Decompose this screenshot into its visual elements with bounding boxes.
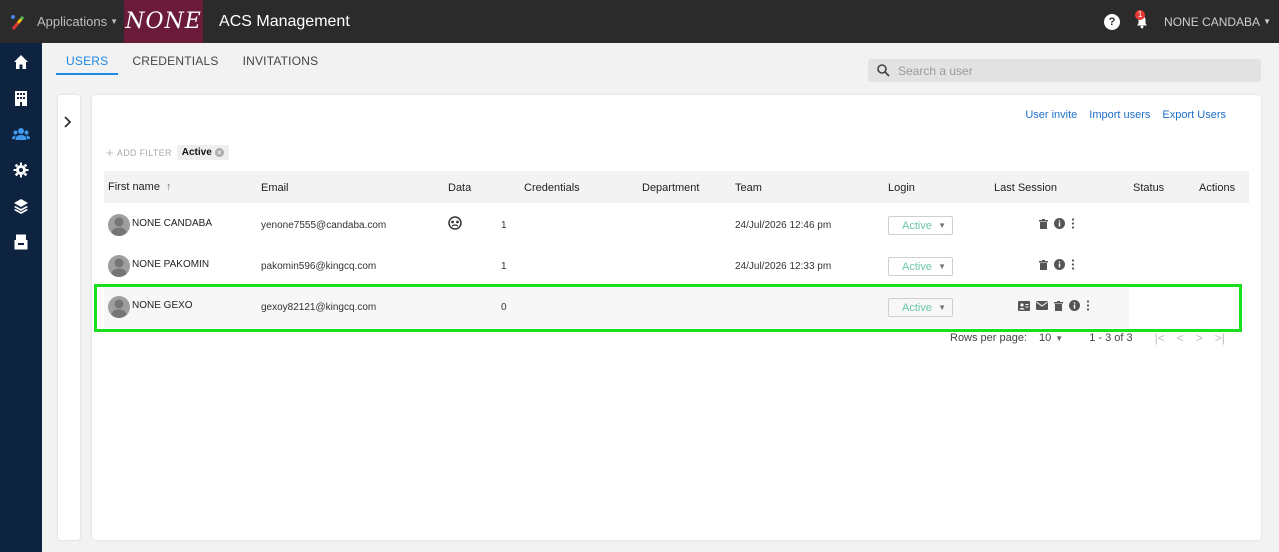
user-email: pakomin596@kingcq.com — [261, 261, 377, 272]
applications-menu[interactable]: Applications ▼ — [37, 14, 118, 29]
row-actions — [1039, 259, 1075, 273]
rows-per-page-label: Rows per page: — [950, 332, 1028, 344]
credentials-count: 1 — [501, 261, 507, 272]
nav-home[interactable] — [0, 44, 42, 80]
chevron-right-icon[interactable] — [63, 115, 73, 131]
user-email: yenone7555@candaba.com — [261, 220, 387, 231]
active-filter-chip[interactable]: Active ✕ — [176, 145, 229, 160]
delete-icon[interactable] — [1039, 259, 1048, 273]
card-actions: User invite Import users Export Users — [1025, 109, 1226, 121]
user-invite-link[interactable]: User invite — [1025, 109, 1077, 121]
user-first-name[interactable]: NONE CANDABA — [132, 218, 212, 229]
sort-arrow-up-icon: ↑ — [165, 181, 172, 193]
caret-down-icon: ▼ — [938, 262, 946, 271]
nav-settings[interactable] — [0, 152, 42, 188]
col-team[interactable]: Team — [735, 182, 762, 194]
row-actions — [1039, 218, 1075, 232]
login-status-select[interactable]: Active ▼ — [888, 257, 953, 276]
help-icon[interactable]: ? — [1104, 13, 1121, 30]
login-status-select[interactable]: Active ▼ — [888, 216, 953, 235]
nav-users[interactable] — [0, 116, 42, 152]
search-icon — [877, 64, 890, 77]
rows-per-page-value: 10 — [1039, 332, 1052, 344]
table-header: First name ↑ Email Data Credentials Depa… — [104, 171, 1249, 203]
more-vert-icon[interactable] — [1071, 218, 1075, 232]
first-page-icon[interactable]: |< — [1155, 331, 1165, 345]
pagination-range: 1 - 3 of 3 — [1089, 332, 1133, 344]
add-filter-label: ADD FILTER — [116, 147, 172, 158]
filter-panel — [58, 95, 80, 540]
col-actions: Actions — [1199, 182, 1236, 194]
more-vert-icon[interactable] — [1071, 259, 1075, 273]
caret-down-icon: ▼ — [938, 221, 946, 230]
close-icon[interactable]: ✕ — [214, 148, 224, 157]
tab-invitations[interactable]: INVITATIONS — [243, 43, 319, 75]
last-page-icon[interactable]: >| — [1215, 331, 1225, 345]
users-icon — [12, 128, 30, 140]
col-first-name[interactable]: First name ↑ — [108, 181, 171, 193]
last-login: 24/Jul/2026 12:46 pm — [735, 220, 832, 231]
table-row[interactable]: NONE PAKOMIN pakomin596@kingcq.com 1 24/… — [104, 246, 1249, 287]
left-nav — [0, 43, 42, 552]
info-icon[interactable] — [1054, 259, 1065, 273]
search-bar — [868, 59, 1261, 82]
avatar — [108, 255, 130, 277]
app-logo-icon[interactable] — [9, 13, 27, 31]
plus-icon: + — [106, 145, 114, 160]
export-users-link[interactable]: Export Users — [1162, 109, 1226, 121]
table-row[interactable]: NONE CANDABA yenone7555@candaba.com 1 24… — [104, 205, 1249, 246]
notifications-button[interactable]: 1 — [1134, 9, 1150, 30]
add-filter-button[interactable]: + ADD FILTER — [106, 145, 172, 160]
login-status-value: Active — [902, 260, 932, 273]
app-title: ACS Management — [219, 12, 350, 30]
col-login[interactable]: Login — [888, 182, 915, 194]
avatar — [108, 214, 130, 236]
tabs: USERS CREDENTIALS INVITATIONS — [56, 43, 319, 75]
nav-buildings[interactable] — [0, 80, 42, 116]
search-input[interactable] — [898, 63, 1238, 78]
col-department[interactable]: Department — [642, 182, 699, 194]
pagination: Rows per page: 10 ▼ 1 - 3 of 3 |< < > >| — [950, 331, 1225, 345]
next-page-icon[interactable]: > — [1196, 331, 1203, 345]
credentials-count: 1 — [501, 220, 507, 231]
caret-down-icon: ▼ — [110, 17, 119, 26]
import-users-link[interactable]: Import users — [1089, 109, 1150, 121]
last-login: 24/Jul/2026 12:33 pm — [735, 261, 832, 272]
nav-archive[interactable] — [0, 224, 42, 260]
notification-badge: 1 — [1135, 9, 1146, 20]
top-bar: Applications ▼ NONE ACS Management ? 1 N… — [0, 0, 1279, 43]
tab-users[interactable]: USERS — [56, 43, 119, 75]
user-menu[interactable]: NONE CANDABA ▼ — [1164, 15, 1271, 29]
tab-credentials[interactable]: CREDENTIALS — [132, 43, 218, 75]
prev-page-icon[interactable]: < — [1177, 331, 1184, 345]
col-email[interactable]: Email — [261, 182, 289, 194]
building-icon — [15, 91, 27, 106]
caret-down-icon: ▼ — [1263, 17, 1271, 26]
col-last-session[interactable]: Last Session — [994, 182, 1057, 194]
col-data[interactable]: Data — [448, 182, 471, 194]
nav-layers[interactable] — [0, 188, 42, 224]
home-icon — [14, 55, 28, 69]
col-first-name-label: First name — [108, 181, 160, 193]
user-name[interactable]: NONE CANDABA — [1164, 15, 1260, 29]
delete-icon[interactable] — [1039, 218, 1048, 232]
login-status-value: Active — [902, 219, 932, 232]
filter-chip-label: Active — [181, 147, 212, 158]
rows-per-page-select[interactable]: 10 ▼ — [1039, 332, 1063, 344]
layers-icon — [14, 199, 28, 214]
col-credentials[interactable]: Credentials — [524, 182, 580, 194]
col-status[interactable]: Status — [1133, 182, 1164, 194]
applications-label[interactable]: Applications — [37, 14, 107, 29]
caret-down-icon: ▼ — [1055, 333, 1064, 343]
info-icon[interactable] — [1054, 218, 1065, 232]
settings-icon — [13, 162, 29, 178]
archive-icon — [14, 234, 28, 250]
brand-logo: NONE — [124, 0, 204, 43]
selection-highlight — [94, 284, 1242, 332]
dataset-icon[interactable] — [448, 216, 462, 233]
user-first-name[interactable]: NONE PAKOMIN — [132, 259, 209, 270]
filters: + ADD FILTER Active ✕ — [106, 145, 229, 160]
